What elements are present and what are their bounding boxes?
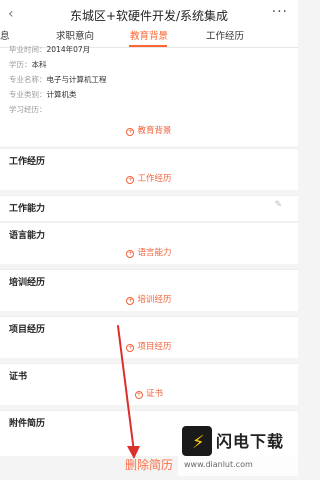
field-label: 学历： — [9, 60, 32, 69]
field-value: 2014年07月 — [46, 45, 91, 54]
add-label: 语言能力 — [137, 248, 172, 258]
field-label: 专业名称： — [9, 75, 47, 84]
section-title: 语言能力 — [9, 231, 46, 241]
section-title: 证书 — [9, 372, 28, 382]
edit-icon[interactable]: ✎ — [274, 200, 282, 210]
tab-job-intention[interactable]: 求职意向 — [56, 30, 94, 44]
language-ability-section: 语言能力 + 语言能力 — [0, 222, 298, 264]
field-label: 学习经历： — [9, 105, 47, 114]
education-row: 学习经历： — [9, 105, 47, 115]
add-training-button[interactable]: + 培训经历 — [0, 294, 298, 306]
lightning-logo-icon: ⚡ — [182, 426, 212, 456]
field-label: 毕业时间： — [9, 45, 47, 54]
add-education-label: 教育背景 — [137, 126, 172, 136]
watermark-name: 闪电下载 — [216, 432, 285, 451]
education-section: 毕业时间：2014年07月 学历：本科 专业名称：电子与计算机工程 专业类别：计… — [0, 45, 298, 146]
watermark-url: www.dianlut.com — [184, 460, 253, 469]
add-education-button[interactable]: + 教育背景 — [0, 125, 298, 137]
section-title: 附件简历 — [9, 419, 46, 429]
plus-circle-icon: + — [126, 128, 135, 136]
watermark: ⚡ 闪电下载 www.dianlut.com — [178, 420, 298, 476]
education-row: 毕业时间：2014年07月 — [9, 45, 90, 55]
active-tab-indicator — [129, 45, 167, 47]
tab-education[interactable]: 教育背景 — [130, 30, 168, 44]
work-experience-section: 工作经历 + 工作经历 — [0, 148, 298, 190]
plus-circle-icon: + — [126, 250, 135, 258]
tab-basic-info[interactable]: 息 — [0, 30, 10, 44]
add-label: 培训经历 — [137, 295, 172, 305]
page-title: 东城区+软硬件开发/系统集成 — [69, 9, 229, 23]
add-label: 工作经历 — [137, 174, 172, 184]
add-label: 项目经历 — [137, 342, 172, 352]
add-label: 证书 — [145, 389, 163, 399]
section-title: 项目经历 — [9, 325, 46, 335]
lightning-bolt-icon: ⚡ — [192, 432, 205, 453]
section-title: 工作能力 — [9, 204, 46, 214]
more-options-icon[interactable]: ··· — [272, 4, 288, 20]
add-work-experience-button[interactable]: + 工作经历 — [0, 173, 298, 185]
field-label: 专业类别： — [9, 90, 47, 99]
field-value: 计算机类 — [46, 90, 77, 99]
education-row: 专业类别：计算机类 — [9, 90, 77, 100]
project-section: 项目经历 + 项目经历 — [0, 316, 298, 358]
add-language-button[interactable]: + 语言能力 — [0, 247, 298, 259]
app-header: ‹ 东城区+软硬件开发/系统集成 ··· — [0, 0, 298, 30]
training-section: 培训经历 + 培训经历 — [0, 269, 298, 311]
education-row: 学历：本科 — [9, 60, 47, 70]
field-value: 电子与计算机工程 — [46, 75, 107, 84]
add-project-button[interactable]: + 项目经历 — [0, 341, 298, 353]
certificate-section: 证书 + 证书 — [0, 363, 298, 405]
plus-circle-icon: + — [134, 391, 143, 399]
section-title: 工作经历 — [9, 157, 46, 167]
add-certificate-button[interactable]: + 证书 — [0, 388, 298, 400]
plus-circle-icon: + — [126, 297, 135, 305]
tab-work-experience[interactable]: 工作经历 — [206, 30, 244, 44]
section-title: 培训经历 — [9, 278, 46, 288]
field-value: 本科 — [31, 60, 47, 69]
education-row: 专业名称：电子与计算机工程 — [9, 75, 107, 85]
work-ability-section: 工作能力 ✎ — [0, 195, 298, 221]
plus-circle-icon: + — [126, 344, 135, 352]
plus-circle-icon: + — [126, 176, 135, 184]
